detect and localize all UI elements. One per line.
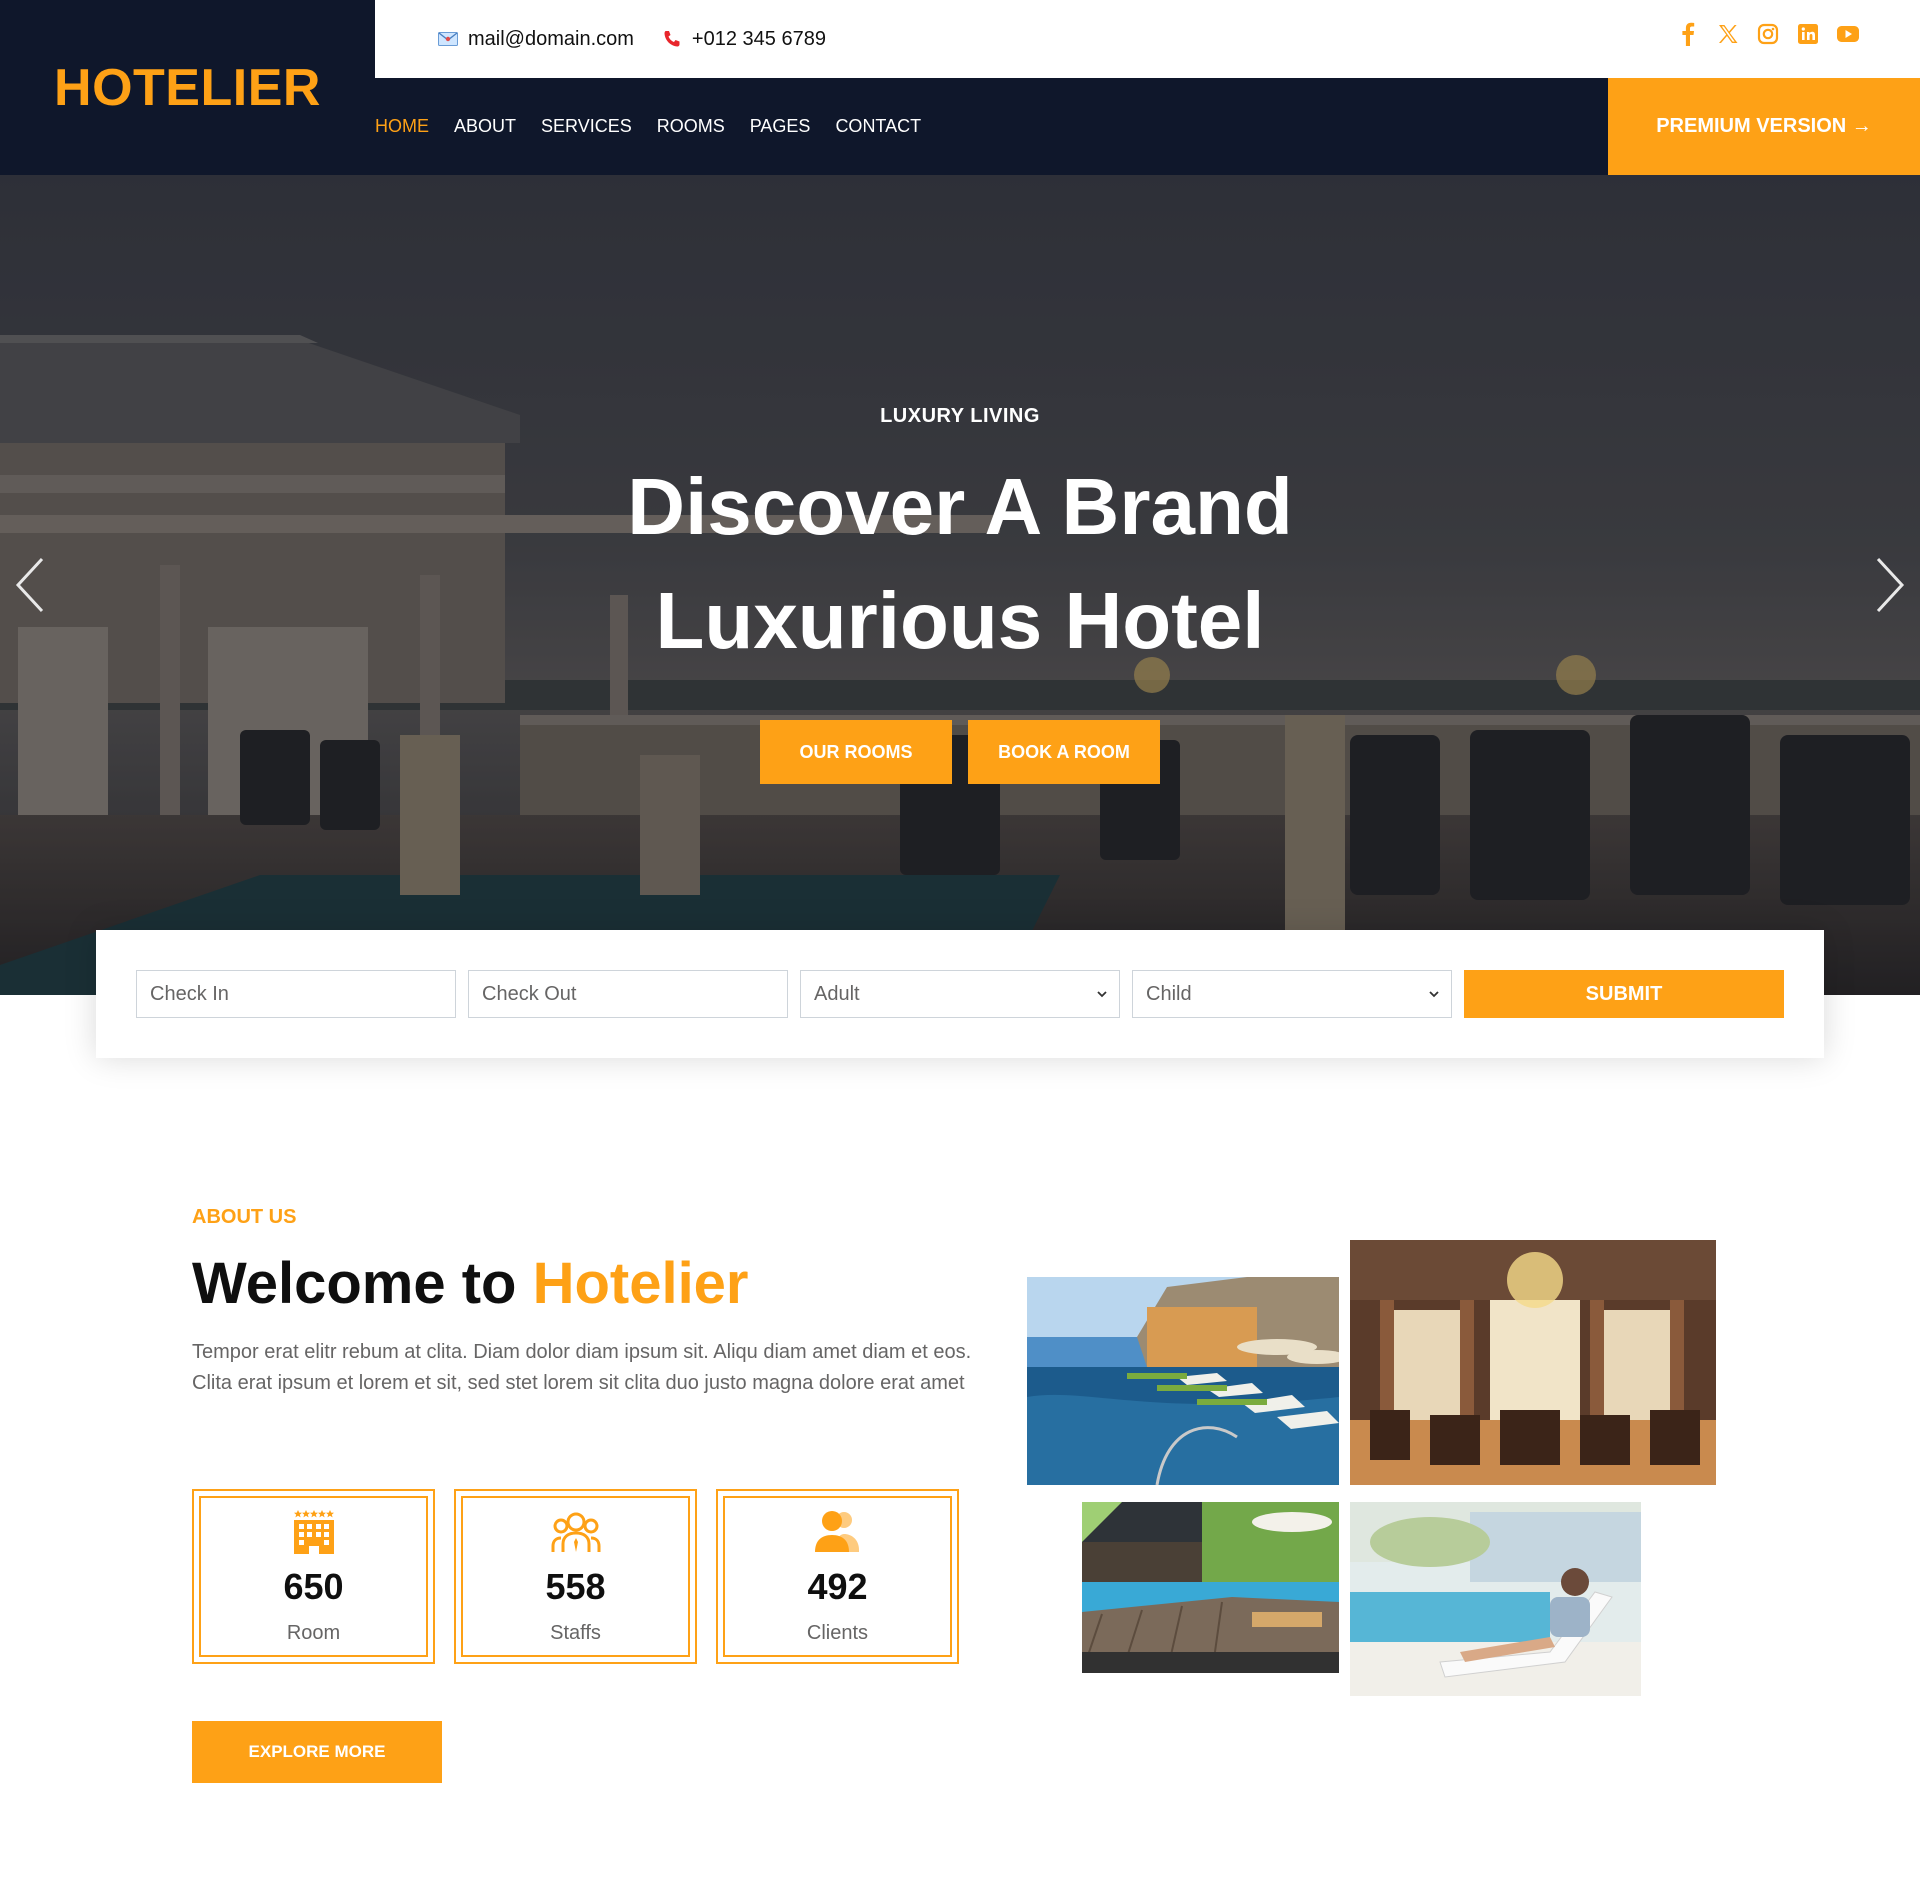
stat-card-rooms: 650 Room <box>192 1489 435 1664</box>
adult-select[interactable]: Adult <box>800 970 1120 1018</box>
about-title-accent: Hotelier <box>532 1251 749 1316</box>
hero-buttons: OUR ROOMS BOOK A ROOM <box>0 720 1920 784</box>
check-in-input[interactable]: Check In <box>136 970 456 1018</box>
linkedin-icon[interactable] <box>1796 22 1820 46</box>
phone-icon <box>662 29 682 49</box>
hero-subtitle: LUXURY LIVING <box>880 405 1040 427</box>
stat-number: 492 <box>807 1566 868 1607</box>
nav-contact[interactable]: CONTACT <box>835 116 921 137</box>
users-icon <box>814 1511 859 1552</box>
brand-logo[interactable]: HOTELIER <box>0 0 375 175</box>
gallery-image-deck <box>1082 1502 1339 1673</box>
stat-number: 650 <box>283 1566 344 1607</box>
check-out-input[interactable]: Check Out <box>468 970 788 1018</box>
book-a-room-button[interactable]: BOOK A ROOM <box>968 720 1160 784</box>
our-rooms-button[interactable]: OUR ROOMS <box>760 720 952 784</box>
topbar: mail@domain.com +012 345 6789 <box>375 0 1920 78</box>
brand-name: HOTELIER <box>54 58 321 117</box>
users-cog-icon <box>551 1512 600 1552</box>
child-select[interactable]: Child <box>1132 970 1452 1018</box>
stat-label: Room <box>286 1622 341 1644</box>
x-twitter-icon[interactable] <box>1716 22 1740 46</box>
email-text: mail@domain.com <box>468 27 634 50</box>
instagram-icon[interactable] <box>1756 22 1780 46</box>
nav-about[interactable]: ABOUT <box>454 116 516 137</box>
nav-services[interactable]: SERVICES <box>541 116 632 137</box>
about-title-prefix: Welcome to <box>192 1251 533 1316</box>
child-select-value: Child <box>1146 982 1192 1005</box>
check-in-placeholder: Check In <box>150 982 229 1005</box>
hero-carousel: LUXURY LIVING Discover A Brand Luxurious… <box>0 175 1920 995</box>
nav-home[interactable]: HOME <box>375 116 429 137</box>
chevron-down-icon <box>1429 991 1439 998</box>
gallery-image-lounger <box>1350 1502 1641 1696</box>
about-kicker: ABOUT US <box>192 1206 297 1228</box>
stat-card-clients: 492 Clients <box>716 1489 959 1664</box>
stat-number: 558 <box>545 1566 606 1607</box>
hero-title-line-2: Luxurious Hotel <box>655 576 1265 665</box>
main-nav: HOME ABOUT SERVICES ROOMS PAGES CONTACT … <box>375 78 1920 175</box>
social-links <box>1676 22 1860 46</box>
facebook-icon[interactable] <box>1676 22 1700 46</box>
booking-form: Check In Check Out Adult Child SUBMIT <box>96 930 1824 1058</box>
explore-more-button[interactable]: EXPLORE MORE <box>192 1721 442 1783</box>
youtube-icon[interactable] <box>1836 22 1860 46</box>
hero-content: LUXURY LIVING Discover A Brand Luxurious… <box>0 405 1920 784</box>
nav-links: HOME ABOUT SERVICES ROOMS PAGES CONTACT <box>375 78 921 175</box>
chevron-down-icon <box>1097 991 1107 998</box>
check-out-placeholder: Check Out <box>482 982 577 1005</box>
envelope-icon <box>438 32 458 46</box>
hero-title: Discover A Brand Luxurious Hotel <box>0 450 1920 678</box>
about-title: Welcome to Hotelier <box>192 1250 749 1317</box>
gallery-image-pool <box>1027 1277 1339 1485</box>
premium-version-button[interactable]: PREMIUM VERSION → <box>1608 78 1920 175</box>
about-description: Tempor erat elitr rebum at clita. Diam d… <box>192 1341 972 1394</box>
nav-rooms[interactable]: ROOMS <box>657 116 725 137</box>
stat-label: Clients <box>806 1622 869 1644</box>
phone-text: +012 345 6789 <box>691 27 826 50</box>
hero-title-line-1: Discover A Brand <box>627 462 1293 551</box>
hotel-icon <box>293 1510 334 1554</box>
gallery-image-restaurant <box>1350 1240 1716 1485</box>
topbar-phone[interactable]: +012 345 6789 <box>662 28 826 51</box>
adult-select-value: Adult <box>814 982 860 1005</box>
stat-card-staffs: 558 Staffs <box>454 1489 697 1664</box>
topbar-email[interactable]: mail@domain.com <box>438 28 634 51</box>
submit-button[interactable]: SUBMIT <box>1464 970 1784 1018</box>
nav-pages[interactable]: PAGES <box>750 116 811 137</box>
stat-label: Staffs <box>550 1622 601 1644</box>
